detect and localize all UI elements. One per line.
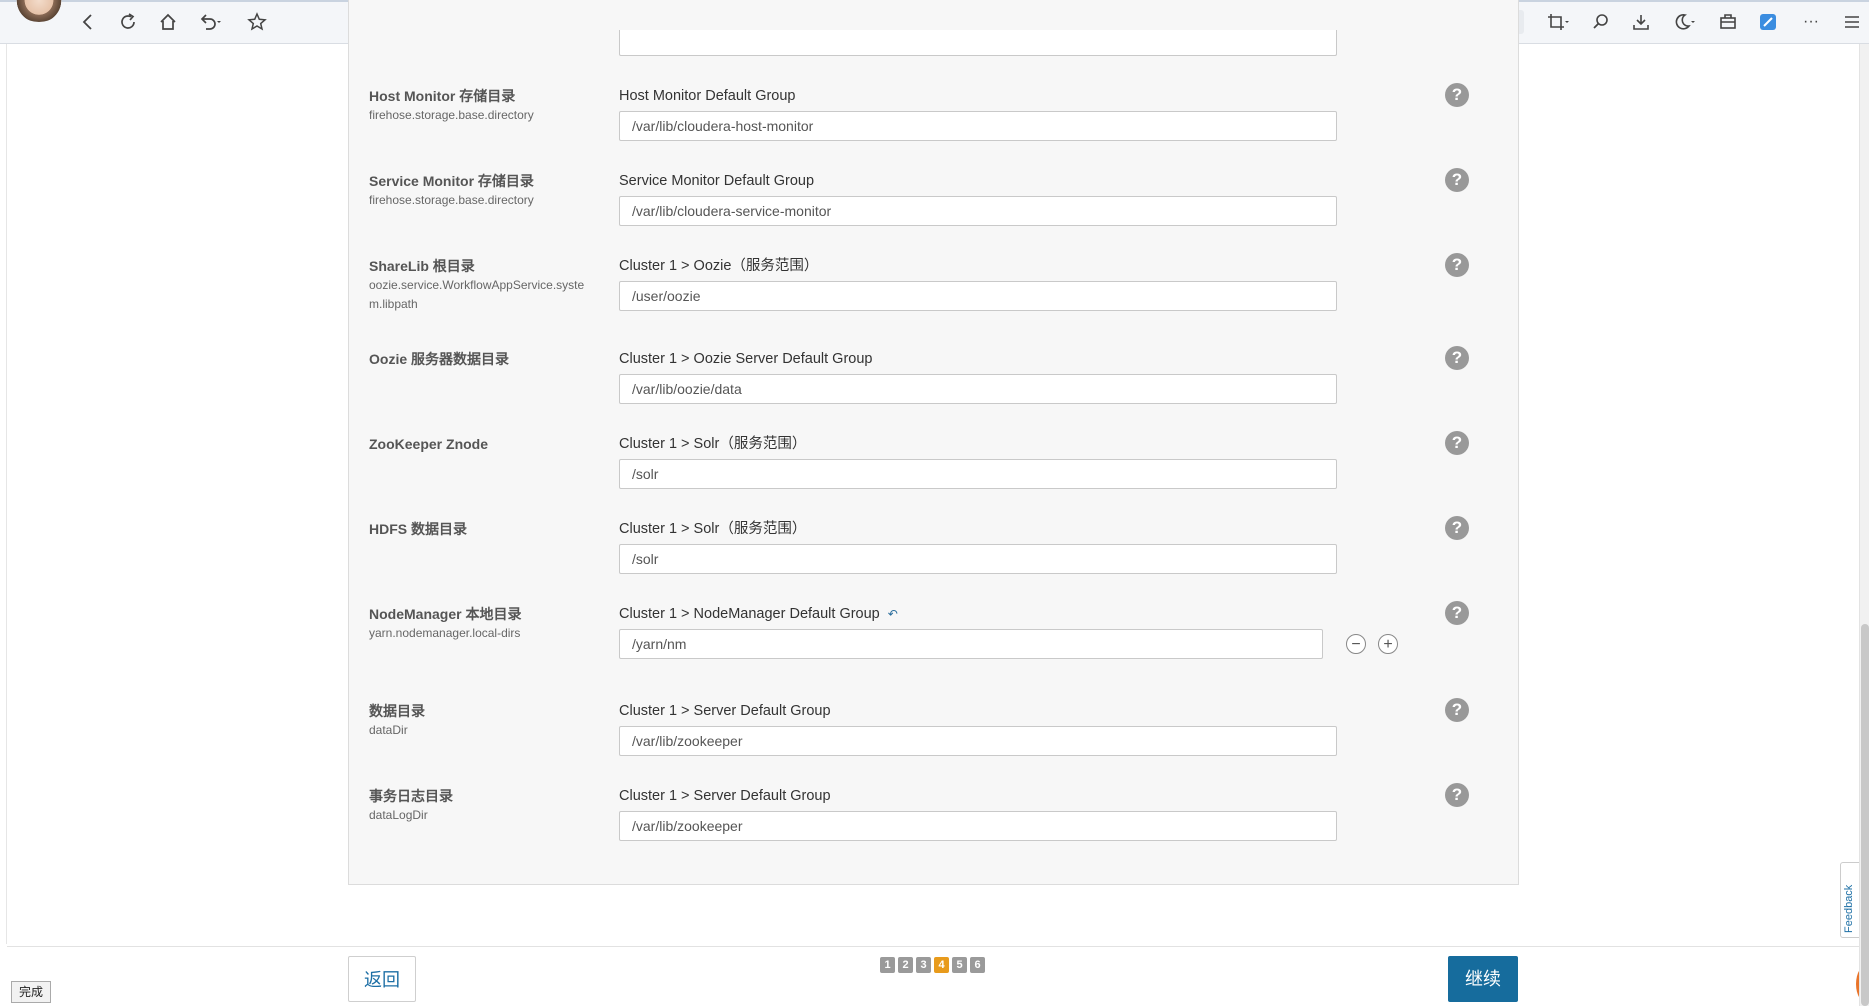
- service-monitor-dir-input[interactable]: [619, 196, 1337, 226]
- magnifier-icon[interactable]: [1587, 8, 1615, 36]
- config-title: Service Monitor 存储目录: [369, 173, 534, 189]
- config-group: Cluster 1 > Solr（服务范围）: [619, 436, 807, 452]
- config-title: 事务日志目录: [369, 788, 453, 804]
- zookeeper-log-dir-input[interactable]: [619, 811, 1337, 841]
- zookeeper-data-dir-input[interactable]: [619, 726, 1337, 756]
- step-1[interactable]: 1: [880, 957, 895, 973]
- footer-divider: [7, 946, 1859, 947]
- download-icon[interactable]: [1627, 8, 1655, 36]
- config-label: 数据目录 dataDir: [369, 702, 589, 740]
- oozie-data-dir-input[interactable]: [619, 374, 1337, 404]
- config-key: firehose.storage.base.directory: [369, 193, 534, 207]
- back-button[interactable]: 返回: [348, 956, 416, 1002]
- step-3[interactable]: 3: [916, 957, 931, 973]
- config-title: 数据目录: [369, 703, 425, 719]
- nodemanager-local-dir-input[interactable]: [619, 629, 1323, 659]
- hamburger-menu-icon[interactable]: [1838, 8, 1866, 36]
- step-2[interactable]: 2: [898, 957, 913, 973]
- help-icon[interactable]: ?: [1445, 516, 1469, 540]
- night-mode-icon[interactable]: [1670, 8, 1698, 36]
- step-5[interactable]: 5: [952, 957, 967, 973]
- config-group-text: Cluster 1 > NodeManager Default Group: [619, 606, 880, 622]
- step-4-current[interactable]: 4: [934, 957, 949, 973]
- help-icon[interactable]: ?: [1445, 698, 1469, 722]
- config-title: ShareLib 根目录: [369, 258, 475, 274]
- back-arrow-icon[interactable]: [74, 8, 102, 36]
- feedback-label: Feedback: [1843, 884, 1855, 933]
- extension-app-icon[interactable]: [1754, 8, 1782, 36]
- bookmark-star-icon[interactable]: [243, 8, 271, 36]
- config-title: HDFS 数据目录: [369, 521, 467, 537]
- sharelib-dir-input[interactable]: [619, 281, 1337, 311]
- crop-icon[interactable]: [1544, 8, 1572, 36]
- config-title: NodeManager 本地目录: [369, 606, 522, 622]
- toolbox-icon[interactable]: [1714, 8, 1742, 36]
- config-label: NodeManager 本地目录 yarn.nodemanager.local-…: [369, 605, 589, 643]
- undo-icon[interactable]: [196, 8, 224, 36]
- config-group: Service Monitor Default Group: [619, 173, 815, 189]
- step-6[interactable]: 6: [970, 957, 985, 973]
- config-label: ZooKeeper Znode: [369, 435, 589, 453]
- config-title: Host Monitor 存储目录: [369, 88, 516, 104]
- add-value-button[interactable]: +: [1378, 634, 1398, 654]
- config-key: oozie.service.WorkflowAppService.system.…: [369, 278, 585, 311]
- home-icon[interactable]: [154, 8, 182, 36]
- previous-field-input-partial[interactable]: [619, 30, 1337, 56]
- help-icon[interactable]: ?: [1445, 83, 1469, 107]
- remove-value-button[interactable]: −: [1346, 634, 1366, 654]
- help-icon[interactable]: ?: [1445, 601, 1469, 625]
- config-group: Host Monitor Default Group: [619, 88, 796, 104]
- help-icon[interactable]: ?: [1445, 783, 1469, 807]
- config-label: ShareLib 根目录 oozie.service.WorkflowAppSe…: [369, 257, 589, 314]
- continue-button[interactable]: 继续: [1448, 956, 1518, 1002]
- config-title: Oozie 服务器数据目录: [369, 351, 510, 367]
- config-group: Cluster 1 > Oozie Server Default Group: [619, 351, 873, 367]
- status-bar-text: 完成: [11, 981, 51, 1003]
- config-key: firehose.storage.base.directory: [369, 108, 534, 122]
- zookeeper-znode-input[interactable]: [619, 459, 1337, 489]
- config-label: 事务日志目录 dataLogDir: [369, 787, 589, 825]
- help-icon[interactable]: ?: [1445, 253, 1469, 277]
- config-group: Cluster 1 > Solr（服务范围）: [619, 521, 807, 537]
- config-label: Host Monitor 存储目录 firehose.storage.base.…: [369, 87, 589, 125]
- config-group: Cluster 1 > Server Default Group: [619, 703, 831, 719]
- config-label: Service Monitor 存储目录 firehose.storage.ba…: [369, 172, 589, 210]
- config-group: Cluster 1 > Oozie（服务范围）: [619, 258, 819, 274]
- revert-icon[interactable]: ↶: [888, 607, 898, 621]
- help-icon[interactable]: ?: [1445, 431, 1469, 455]
- hdfs-data-dir-input[interactable]: [619, 544, 1337, 574]
- config-label: HDFS 数据目录: [369, 520, 589, 538]
- config-key: dataLogDir: [369, 808, 428, 822]
- config-group: Cluster 1 > NodeManager Default Group ↶: [619, 605, 898, 623]
- config-group: Cluster 1 > Server Default Group: [619, 788, 831, 804]
- config-title: ZooKeeper Znode: [369, 436, 489, 452]
- config-label: Oozie 服务器数据目录: [369, 350, 589, 368]
- config-key: dataDir: [369, 723, 408, 737]
- page-scrollbar[interactable]: [1859, 44, 1869, 1006]
- more-menu-icon[interactable]: ···: [1797, 8, 1825, 36]
- page-left-border: [6, 44, 7, 944]
- host-monitor-dir-input[interactable]: [619, 111, 1337, 141]
- scrollbar-thumb[interactable]: [1861, 624, 1869, 1006]
- help-icon[interactable]: ?: [1445, 168, 1469, 192]
- config-key: yarn.nodemanager.local-dirs: [369, 626, 521, 640]
- reload-icon[interactable]: [114, 8, 142, 36]
- wizard-steps: 1 2 3 4 5 6: [880, 957, 985, 973]
- config-panel: Host Monitor 存储目录 firehose.storage.base.…: [348, 0, 1519, 885]
- help-icon[interactable]: ?: [1445, 346, 1469, 370]
- user-avatar[interactable]: [16, 0, 62, 22]
